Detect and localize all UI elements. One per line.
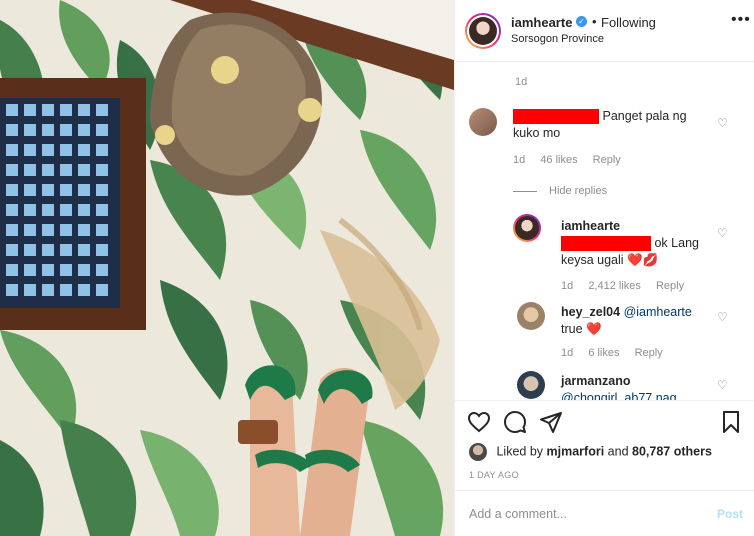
reply-avatar[interactable] <box>517 371 545 399</box>
reply-text-line-1: ok Lang <box>654 236 699 250</box>
reply-username[interactable]: jarmanzano <box>561 374 630 388</box>
reply-time: 1d <box>561 280 574 292</box>
author-username[interactable]: iamhearte <box>511 15 572 30</box>
liked-by-count[interactable]: 80,787 others <box>632 444 712 458</box>
liked-by-join: and <box>607 444 629 459</box>
reply-text: iamhearte ok Lang keysa ugali ❤️💋 <box>561 218 721 269</box>
reply-like-heart-icon[interactable]: ♡ <box>717 378 728 392</box>
reply-meta: 1d 2,412 likes Reply <box>561 280 696 292</box>
liked-by-user[interactable]: mjmarfori <box>547 444 605 458</box>
hide-replies-button[interactable]: Hide replies <box>549 185 607 197</box>
redacted-username <box>513 109 599 125</box>
bookmark-icon[interactable] <box>719 410 743 434</box>
liked-by-line: Liked by mjmarfori and 80,787 others <box>469 443 712 461</box>
author-avatar[interactable] <box>465 13 501 49</box>
redacted-text <box>561 236 651 252</box>
reply-mention[interactable]: @chongirl_ab77 nag <box>561 391 677 400</box>
reply-text: hey_zel04 @iamhearte true ❤️ <box>561 304 731 338</box>
reply-reply-button[interactable]: Reply <box>635 347 663 359</box>
reply-emojis: ❤️💋 <box>627 253 659 267</box>
reply-text: jarmanzano @chongirl_ab77 nag <box>561 373 731 400</box>
hide-replies-line <box>513 191 537 192</box>
more-options-icon[interactable]: ••• <box>731 11 751 29</box>
comment-text-line-2: kuko mo <box>513 126 561 140</box>
reply-username[interactable]: hey_zel04 <box>561 305 620 319</box>
reply-text-line-2: keysa ugali <box>561 253 624 267</box>
post-photo[interactable] <box>0 0 454 536</box>
share-icon[interactable] <box>539 410 563 434</box>
post-actions: Liked by mjmarfori and 80,787 others 1 D… <box>455 400 754 488</box>
comment-icon[interactable] <box>503 410 527 434</box>
reply-reply-button[interactable]: Reply <box>656 280 684 292</box>
post-comment-button[interactable]: Post <box>717 507 743 521</box>
post-photo-image <box>0 0 454 536</box>
comment-likes[interactable]: 46 likes <box>540 154 577 166</box>
comment-text: Panget pala ng kuko mo <box>513 108 723 142</box>
comments-list[interactable]: 1d Panget pala ng kuko mo ♡ 1d 46 likes … <box>455 62 754 400</box>
separator-dot: • <box>592 14 597 29</box>
reply-emoji: ❤️ <box>586 322 602 336</box>
add-comment-bar: Post <box>455 490 754 536</box>
add-comment-input[interactable] <box>469 505 699 523</box>
reply-mention[interactable]: @iamhearte <box>624 305 692 319</box>
post-location[interactable]: Sorsogon Province <box>511 33 604 45</box>
reply-avatar[interactable] <box>513 214 541 242</box>
post-time-ago[interactable]: 1 DAY AGO <box>469 470 519 480</box>
reply-username[interactable]: iamhearte <box>561 219 620 233</box>
reply-time: 1d <box>561 347 574 359</box>
reply-like-heart-icon[interactable]: ♡ <box>717 226 728 240</box>
comment-time: 1d <box>513 154 526 166</box>
reply-like-heart-icon[interactable]: ♡ <box>717 310 728 324</box>
verified-badge-icon: ✓ <box>576 16 587 27</box>
following-button[interactable]: Following <box>601 15 656 30</box>
liked-by-avatar[interactable] <box>469 443 487 461</box>
post-detail-panel: iamhearte ✓ • Following Sorsogon Provinc… <box>454 0 754 536</box>
liked-by-prefix: Liked by <box>496 444 544 459</box>
comment-reply-button[interactable]: Reply <box>593 154 621 166</box>
reply-likes[interactable]: 2,412 likes <box>588 280 641 292</box>
comment-avatar[interactable] <box>469 108 497 136</box>
comment-like-heart-icon[interactable]: ♡ <box>717 116 728 130</box>
reply-avatar[interactable] <box>517 302 545 330</box>
reply-likes[interactable]: 6 likes <box>588 347 619 359</box>
heart-icon[interactable] <box>467 410 491 434</box>
reply-body: true <box>561 322 583 336</box>
comment-meta: 1d 46 likes Reply <box>513 154 633 166</box>
post-header: iamhearte ✓ • Following Sorsogon Provinc… <box>455 0 754 62</box>
prev-comment-time: 1d <box>515 76 528 88</box>
comment-text-line-1: Panget pala ng <box>602 109 687 123</box>
reply-meta: 1d 6 likes Reply <box>561 347 675 359</box>
